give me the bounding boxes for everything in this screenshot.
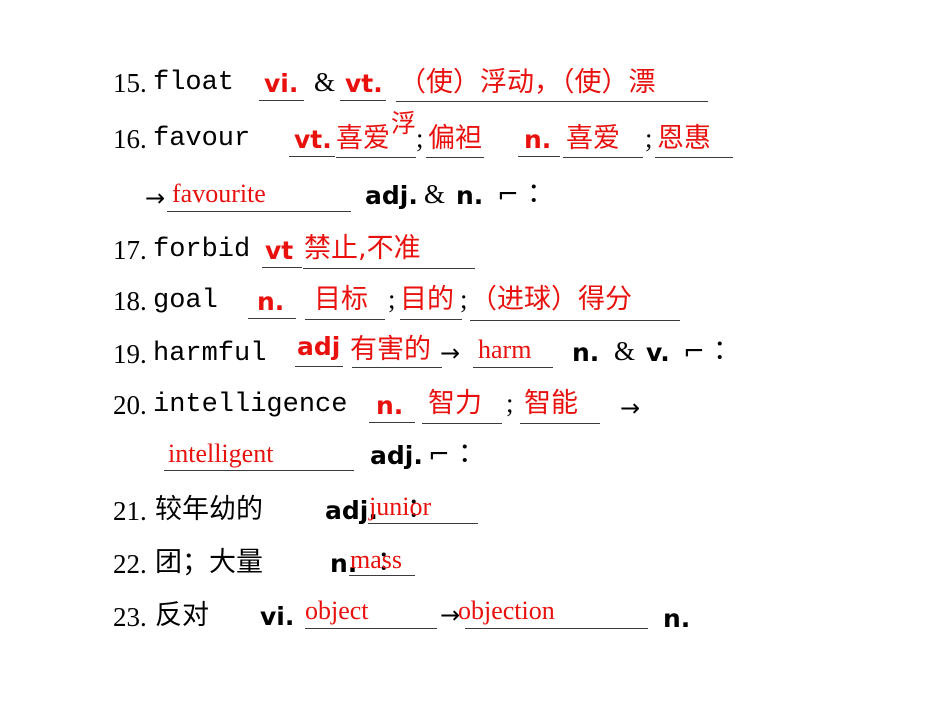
pos-label-23-n: n.	[663, 604, 691, 633]
headword-forbid: forbid	[153, 235, 251, 265]
headword-float: float	[153, 68, 235, 98]
blank-rule-16-2[interactable]	[336, 157, 416, 158]
answer-harmful-meaning[interactable]: 有害的	[350, 336, 431, 363]
entry-number-20: 20.	[113, 390, 147, 420]
blank-rule-18-2[interactable]	[305, 319, 385, 320]
blank-rule-15-3[interactable]	[396, 101, 708, 102]
pos-label-20-adj: adj.	[370, 441, 423, 470]
blank-rule-20-4[interactable]	[164, 470, 354, 471]
conjunction-16: &	[424, 179, 446, 209]
entry-number-18: 18.	[113, 286, 147, 316]
derivation-arrow-19: →	[440, 339, 461, 367]
blank-rule-16-5[interactable]	[563, 157, 643, 158]
answer-forbid-meaning[interactable]: 禁止,不准	[304, 235, 421, 262]
answer-goal-m1[interactable]: 目标	[314, 286, 368, 313]
answer-objection[interactable]: objection	[458, 598, 555, 624]
blank-rule-23-2[interactable]	[465, 628, 648, 629]
entry-number-17: 17.	[113, 235, 147, 265]
prompt-22: 团；大量	[155, 547, 263, 578]
answer-float-meaning[interactable]: （使）浮动，（使）漂	[399, 69, 656, 96]
headword-favour: favour	[153, 124, 251, 154]
answer-float-pos2[interactable]: vt.	[345, 71, 383, 96]
answer-goal-m3[interactable]: （进球）得分	[470, 286, 632, 313]
entry-number-23: 23.	[113, 602, 147, 632]
entry-number-21: 21.	[113, 496, 147, 526]
answer-favour-pos1[interactable]: vt.	[294, 127, 332, 152]
colon-19: ：	[713, 335, 740, 365]
colon-20: ：	[458, 438, 485, 468]
derivation-arrow-16: →	[145, 184, 166, 212]
answer-favour-pos2[interactable]: n.	[524, 127, 551, 152]
answer-mass[interactable]: mass	[350, 547, 402, 573]
separator-16-2: ;	[645, 123, 653, 153]
blank-rule-21[interactable]	[368, 523, 478, 524]
answer-junior[interactable]: junior	[369, 494, 431, 520]
answer-object[interactable]: object	[305, 598, 369, 624]
blank-rule-18-4[interactable]	[470, 320, 680, 321]
answer-favour-m2[interactable]: 偏袒	[428, 125, 482, 152]
derivation-arrow-20: →	[620, 394, 641, 422]
blank-rule-18-1[interactable]	[248, 318, 296, 319]
slide-canvas: 15. float vi. & vt. （使）浮动，（使）漂 16. favou…	[0, 0, 950, 713]
entry-number-16: 16.	[113, 124, 147, 154]
headword-goal: goal	[153, 286, 218, 316]
blank-rule-22[interactable]	[349, 575, 415, 576]
blank-rule-19-3[interactable]	[473, 367, 553, 368]
blank-rule-19-1[interactable]	[295, 366, 343, 367]
pos-label-16-adj: adj.	[365, 181, 418, 210]
answer-intelligence-m1[interactable]: 智力	[428, 390, 482, 417]
blank-rule-16-4[interactable]	[518, 156, 560, 157]
blank-rule-20-3[interactable]	[520, 423, 600, 424]
entry-number-22: 22.	[113, 549, 147, 579]
prompt-23: 反对	[155, 600, 209, 631]
blank-rule-18-3[interactable]	[400, 319, 462, 320]
blank-rule-15-2[interactable]	[340, 100, 386, 101]
answer-intelligent[interactable]: intelligent	[168, 441, 273, 467]
pos-label-23: vi.	[260, 602, 295, 631]
blank-rule-23-1[interactable]	[305, 628, 437, 629]
answer-goal-pos[interactable]: n.	[257, 289, 284, 314]
headword-harmful: harmful	[153, 339, 267, 369]
separator-16-1: ;	[416, 123, 424, 153]
answer-harm[interactable]: harm	[478, 337, 531, 363]
separator-18-2: ;	[460, 284, 468, 314]
pos-label-16-n: n.	[456, 181, 484, 210]
blank-rule-19-2[interactable]	[352, 367, 442, 368]
answer-favour-m3[interactable]: 喜爱	[566, 125, 620, 152]
blank-rule-16-3[interactable]	[426, 157, 484, 158]
answer-intelligence-m2[interactable]: 智能	[524, 390, 578, 417]
blank-rule-16-7[interactable]	[167, 211, 351, 212]
blank-rule-16-1[interactable]	[289, 156, 335, 157]
conjunction-19: &	[614, 336, 636, 366]
answer-favourite[interactable]: favourite	[172, 181, 266, 207]
answer-forbid-pos[interactable]: vt	[265, 238, 293, 263]
answer-favour-m4[interactable]: 恩惠	[657, 125, 711, 152]
answer-float-pos1[interactable]: vi.	[264, 71, 298, 96]
answer-goal-m2[interactable]: 目的	[400, 286, 454, 313]
prompt-21: 较年幼的	[155, 494, 263, 525]
blank-rule-20-1[interactable]	[369, 422, 415, 423]
blank-rule-17-1[interactable]	[262, 267, 302, 268]
answer-favour-m1[interactable]: 喜爱	[336, 125, 390, 152]
colon-16: ：	[527, 178, 554, 208]
separator-18-1: ;	[388, 284, 396, 314]
blank-rule-20-2[interactable]	[422, 423, 502, 424]
stray-char-float: 浮	[391, 109, 417, 138]
entry-number-19: 19.	[113, 339, 147, 369]
entry-number-15: 15.	[113, 68, 147, 98]
blank-rule-17-2[interactable]	[303, 268, 475, 269]
blank-rule-15-1[interactable]	[259, 100, 304, 101]
conjunction-15: &	[314, 67, 336, 97]
headword-intelligence: intelligence	[153, 390, 348, 420]
answer-intelligence-pos[interactable]: n.	[376, 393, 403, 418]
pos-label-19-n: n.	[572, 338, 600, 367]
corner-mark-19: ⌐	[683, 337, 705, 367]
separator-20-1: ;	[506, 388, 514, 418]
blank-rule-16-6[interactable]	[655, 157, 733, 158]
corner-mark-16: ⌐	[497, 180, 519, 210]
answer-harmful-pos[interactable]: adj	[297, 334, 340, 359]
corner-mark-20: ⌐	[428, 440, 450, 470]
pos-label-19-v: v.	[646, 338, 670, 367]
